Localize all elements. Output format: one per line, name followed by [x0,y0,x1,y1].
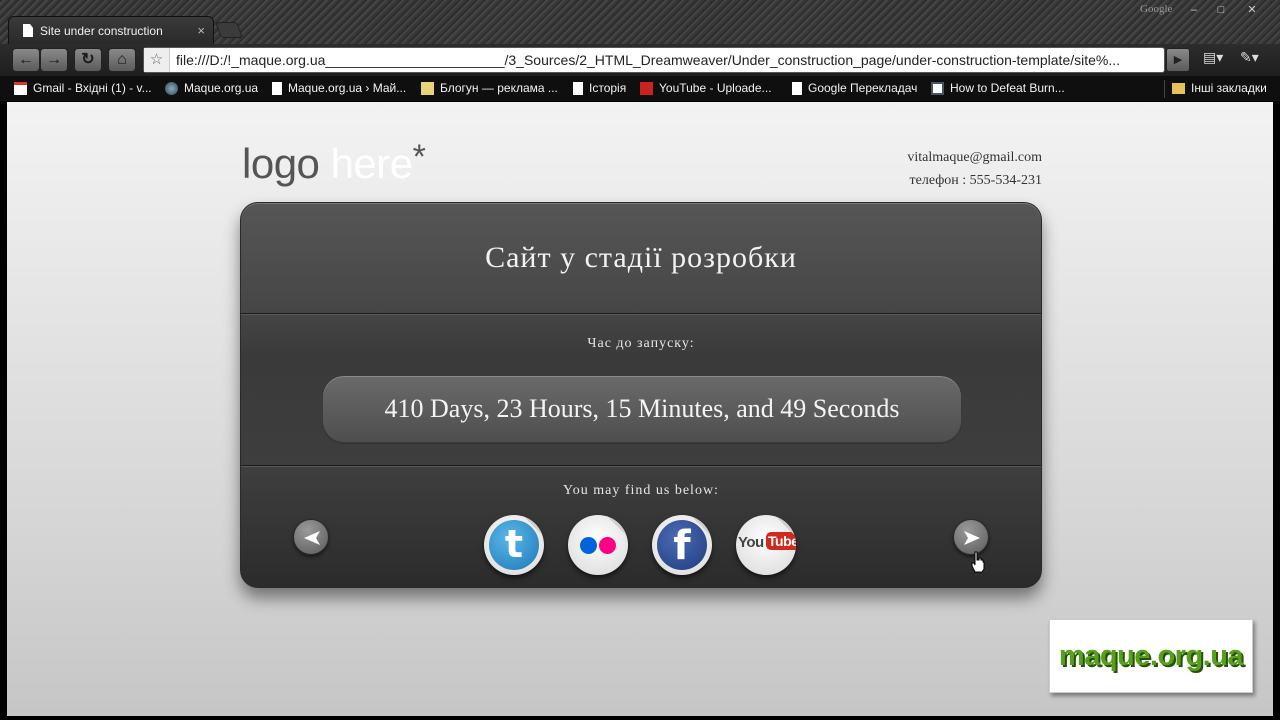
bookmark-maque-my[interactable]: Maque.org.ua › Май... [272,81,406,95]
page-icon [792,81,802,95]
bookmarks-bar: Gmail - Вхідні (1) - v... Maque.org.ua M… [0,76,1280,102]
bookmark-youtube[interactable]: YouTube - Uploade... [640,81,772,95]
twitter-button[interactable]: t [484,515,544,575]
bookmark-google-translate[interactable]: Google Перекладач [792,81,917,95]
countdown-value: 410 Days, 23 Hours, 15 Minutes, and 49 S… [384,394,900,423]
home-button[interactable]: ⌂ [108,48,136,72]
page-title: Сайт у стадії розробки [485,241,797,274]
browser-titlebar: Site under construction × Google – □ ✕ [0,0,1280,44]
star-icon[interactable]: ☆ [144,48,170,72]
social-label: You may find us below: [563,483,719,498]
google-mark: Google [1140,3,1173,15]
logo-asterisk: * [412,138,426,176]
maximize-button[interactable]: □ [1209,3,1233,17]
countdown-label: Час до запуску: [587,336,695,351]
bookmarks-separator [1164,80,1165,98]
arrow-right-icon [964,531,980,545]
go-button[interactable]: ▶ [1166,48,1190,72]
next-arrow-button[interactable] [953,519,989,555]
window-close-button[interactable]: ✕ [1240,3,1264,17]
hand-cursor-icon [971,551,985,573]
logo: logo here* [242,138,426,188]
contact-phone: телефон : 555-534-231 [909,173,1042,188]
sticker-peel [690,515,712,537]
other-bookmarks[interactable]: Інші закладки [1172,81,1267,95]
tab-site-under-construction[interactable]: Site under construction × [8,16,214,44]
sticker-peel [606,515,628,537]
flickr-button[interactable] [568,515,628,575]
address-bar[interactable]: ☆ file:///D:/!_maque.org.ua_____________… [143,47,1165,73]
close-icon[interactable]: × [197,23,205,38]
arrow-left-icon [304,531,320,545]
bookmark-defeat-burnout[interactable]: How to Defeat Burn... [931,81,1065,95]
watermark-text: maque.org.ua [1058,640,1244,672]
url-text[interactable]: file:///D:/!_maque.org.ua_______________… [176,52,1161,68]
back-button[interactable]: ← [12,48,40,72]
wrench-menu-icon[interactable]: ✎▾ [1240,49,1259,71]
reload-button[interactable]: ↻ [74,48,102,72]
panel-divider [241,313,1041,315]
page-viewport: logo here* vitalmaque@gmail.com телефон … [7,102,1273,716]
forward-button[interactable]: → [40,48,68,72]
blogun-icon [421,81,434,95]
youtube-logo-you: You [738,534,764,551]
facebook-button[interactable]: f [652,515,712,575]
bookmark-blogun[interactable]: Блогун — реклама ... [421,81,558,95]
page-icon [573,81,583,95]
minimize-button[interactable]: – [1182,3,1206,17]
youtube-button[interactable]: You Tube [736,515,796,575]
contact-email[interactable]: vitalmaque@gmail.com [907,146,1042,169]
bookmark-maque[interactable]: Maque.org.ua [165,81,258,95]
construction-panel: Сайт у стадії розробки Час до запуску: 4… [240,202,1042,588]
page-menu-icon[interactable]: ▤▾ [1203,49,1223,71]
page-icon [23,24,33,37]
sticker-peel [774,515,796,537]
gmail-icon [14,81,27,95]
watermark-logo: maque.org.ua [1049,619,1253,693]
contact-info: vitalmaque@gmail.com телефон : 555-534-2… [907,146,1042,192]
folder-icon [1172,82,1185,94]
prev-arrow-button[interactable] [293,519,329,555]
globe-icon [165,81,178,95]
youtube-icon [640,81,653,95]
countdown-box: 410 Days, 23 Hours, 15 Minutes, and 49 S… [322,375,962,443]
tab-title: Site under construction [40,23,163,38]
sticker-peel [522,515,544,537]
logo-text-right: here [330,140,414,187]
bookmark-gmail[interactable]: Gmail - Вхідні (1) - v... [14,81,152,95]
panel-divider [241,465,1041,467]
new-tab-button[interactable] [215,22,243,38]
site-icon [931,81,944,95]
logo-text-left: logo [242,140,320,187]
bookmark-history[interactable]: Історія [573,81,626,95]
page-icon [272,81,282,95]
